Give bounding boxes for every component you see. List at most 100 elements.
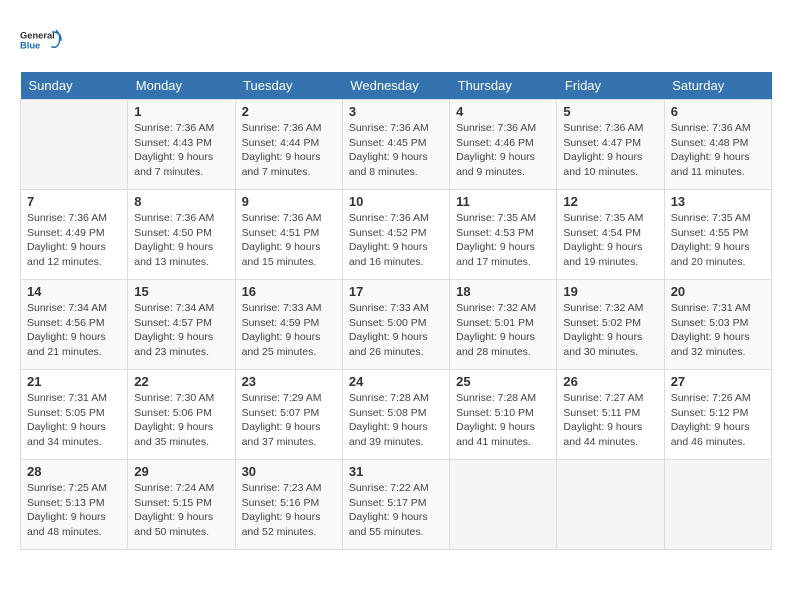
week-row-5: 28 Sunrise: 7:25 AM Sunset: 5:13 PM Dayli… xyxy=(21,460,772,550)
day-cell: 25 Sunrise: 7:28 AM Sunset: 5:10 PM Dayli… xyxy=(450,370,557,460)
week-row-4: 21 Sunrise: 7:31 AM Sunset: 5:05 PM Dayli… xyxy=(21,370,772,460)
svg-text:General: General xyxy=(20,30,55,40)
day-cell: 29 Sunrise: 7:24 AM Sunset: 5:15 PM Dayli… xyxy=(128,460,235,550)
day-cell: 26 Sunrise: 7:27 AM Sunset: 5:11 PM Dayli… xyxy=(557,370,664,460)
day-number: 2 xyxy=(242,104,336,119)
day-number: 31 xyxy=(349,464,443,479)
day-number: 29 xyxy=(134,464,228,479)
day-number: 12 xyxy=(563,194,657,209)
day-cell: 16Sunrise: 7:33 AM Sunset: 4:59 PM Dayli… xyxy=(235,280,342,370)
column-header-sunday: Sunday xyxy=(21,72,128,100)
day-number: 16 xyxy=(242,284,336,299)
day-info: Sunrise: 7:25 AM Sunset: 5:13 PM Dayligh… xyxy=(27,481,121,540)
day-info: Sunrise: 7:36 AM Sunset: 4:50 PM Dayligh… xyxy=(134,211,228,270)
day-number: 23 xyxy=(242,374,336,389)
day-cell xyxy=(664,460,771,550)
day-cell: 10Sunrise: 7:36 AM Sunset: 4:52 PM Dayli… xyxy=(342,190,449,280)
day-info: Sunrise: 7:26 AM Sunset: 5:12 PM Dayligh… xyxy=(671,391,765,450)
day-number: 6 xyxy=(671,104,765,119)
day-number: 19 xyxy=(563,284,657,299)
day-info: Sunrise: 7:35 AM Sunset: 4:55 PM Dayligh… xyxy=(671,211,765,270)
calendar-body: 1 Sunrise: 7:36 AM Sunset: 4:43 PM Daylig… xyxy=(21,100,772,550)
day-info: Sunrise: 7:34 AM Sunset: 4:57 PM Dayligh… xyxy=(134,301,228,360)
day-info: Sunrise: 7:34 AM Sunset: 4:56 PM Dayligh… xyxy=(27,301,121,360)
week-row-2: 7Sunrise: 7:36 AM Sunset: 4:49 PM Daylig… xyxy=(21,190,772,280)
day-number: 14 xyxy=(27,284,121,299)
day-number: 28 xyxy=(27,464,121,479)
day-cell: 21 Sunrise: 7:31 AM Sunset: 5:05 PM Dayli… xyxy=(21,370,128,460)
day-info: Sunrise: 7:30 AM Sunset: 5:06 PM Dayligh… xyxy=(134,391,228,450)
day-info: Sunrise: 7:35 AM Sunset: 4:53 PM Dayligh… xyxy=(456,211,550,270)
day-cell: 19Sunrise: 7:32 AM Sunset: 5:02 PM Dayli… xyxy=(557,280,664,370)
day-number: 8 xyxy=(134,194,228,209)
day-info: Sunrise: 7:33 AM Sunset: 5:00 PM Dayligh… xyxy=(349,301,443,360)
day-number: 1 xyxy=(134,104,228,119)
day-number: 27 xyxy=(671,374,765,389)
day-cell: 28 Sunrise: 7:25 AM Sunset: 5:13 PM Dayli… xyxy=(21,460,128,550)
day-cell xyxy=(450,460,557,550)
column-header-monday: Monday xyxy=(128,72,235,100)
day-number: 9 xyxy=(242,194,336,209)
logo: General Blue xyxy=(20,20,62,62)
day-cell xyxy=(557,460,664,550)
day-cell: 3Sunrise: 7:36 AM Sunset: 4:45 PM Daylig… xyxy=(342,100,449,190)
header-row: SundayMondayTuesdayWednesdayThursdayFrid… xyxy=(21,72,772,100)
day-cell: 13Sunrise: 7:35 AM Sunset: 4:55 PM Dayli… xyxy=(664,190,771,280)
calendar-table: SundayMondayTuesdayWednesdayThursdayFrid… xyxy=(20,72,772,550)
day-number: 26 xyxy=(563,374,657,389)
day-number: 15 xyxy=(134,284,228,299)
day-cell: 12 Sunrise: 7:35 AM Sunset: 4:54 PM Dayli… xyxy=(557,190,664,280)
column-header-saturday: Saturday xyxy=(664,72,771,100)
day-info: Sunrise: 7:28 AM Sunset: 5:08 PM Dayligh… xyxy=(349,391,443,450)
day-info: Sunrise: 7:27 AM Sunset: 5:11 PM Dayligh… xyxy=(563,391,657,450)
column-header-friday: Friday xyxy=(557,72,664,100)
header: General Blue xyxy=(20,20,772,62)
column-header-thursday: Thursday xyxy=(450,72,557,100)
day-cell: 22 Sunrise: 7:30 AM Sunset: 5:06 PM Dayli… xyxy=(128,370,235,460)
column-header-tuesday: Tuesday xyxy=(235,72,342,100)
day-info: Sunrise: 7:24 AM Sunset: 5:15 PM Dayligh… xyxy=(134,481,228,540)
day-info: Sunrise: 7:36 AM Sunset: 4:49 PM Dayligh… xyxy=(27,211,121,270)
day-info: Sunrise: 7:31 AM Sunset: 5:03 PM Dayligh… xyxy=(671,301,765,360)
svg-text:Blue: Blue xyxy=(20,41,40,51)
column-header-wednesday: Wednesday xyxy=(342,72,449,100)
day-info: Sunrise: 7:36 AM Sunset: 4:43 PM Dayligh… xyxy=(134,121,228,180)
day-cell: 11 Sunrise: 7:35 AM Sunset: 4:53 PM Dayli… xyxy=(450,190,557,280)
day-number: 5 xyxy=(563,104,657,119)
day-info: Sunrise: 7:31 AM Sunset: 5:05 PM Dayligh… xyxy=(27,391,121,450)
day-cell: 20Sunrise: 7:31 AM Sunset: 5:03 PM Dayli… xyxy=(664,280,771,370)
day-info: Sunrise: 7:28 AM Sunset: 5:10 PM Dayligh… xyxy=(456,391,550,450)
day-info: Sunrise: 7:36 AM Sunset: 4:51 PM Dayligh… xyxy=(242,211,336,270)
calendar-header: SundayMondayTuesdayWednesdayThursdayFrid… xyxy=(21,72,772,100)
day-cell: 7Sunrise: 7:36 AM Sunset: 4:49 PM Daylig… xyxy=(21,190,128,280)
day-info: Sunrise: 7:36 AM Sunset: 4:46 PM Dayligh… xyxy=(456,121,550,180)
day-cell: 31 Sunrise: 7:22 AM Sunset: 5:17 PM Dayli… xyxy=(342,460,449,550)
day-number: 30 xyxy=(242,464,336,479)
day-number: 22 xyxy=(134,374,228,389)
day-number: 25 xyxy=(456,374,550,389)
day-number: 4 xyxy=(456,104,550,119)
day-cell xyxy=(21,100,128,190)
day-info: Sunrise: 7:22 AM Sunset: 5:17 PM Dayligh… xyxy=(349,481,443,540)
day-number: 21 xyxy=(27,374,121,389)
day-number: 11 xyxy=(456,194,550,209)
day-cell: 18Sunrise: 7:32 AM Sunset: 5:01 PM Dayli… xyxy=(450,280,557,370)
day-cell: 6Sunrise: 7:36 AM Sunset: 4:48 PM Daylig… xyxy=(664,100,771,190)
day-info: Sunrise: 7:36 AM Sunset: 4:44 PM Dayligh… xyxy=(242,121,336,180)
day-cell: 1 Sunrise: 7:36 AM Sunset: 4:43 PM Daylig… xyxy=(128,100,235,190)
day-number: 17 xyxy=(349,284,443,299)
day-info: Sunrise: 7:23 AM Sunset: 5:16 PM Dayligh… xyxy=(242,481,336,540)
day-info: Sunrise: 7:29 AM Sunset: 5:07 PM Dayligh… xyxy=(242,391,336,450)
logo-svg: General Blue xyxy=(20,20,62,62)
day-info: Sunrise: 7:35 AM Sunset: 4:54 PM Dayligh… xyxy=(563,211,657,270)
day-info: Sunrise: 7:36 AM Sunset: 4:52 PM Dayligh… xyxy=(349,211,443,270)
day-cell: 30 Sunrise: 7:23 AM Sunset: 5:16 PM Dayli… xyxy=(235,460,342,550)
day-cell: 8 Sunrise: 7:36 AM Sunset: 4:50 PM Daylig… xyxy=(128,190,235,280)
day-cell: 27 Sunrise: 7:26 AM Sunset: 5:12 PM Dayli… xyxy=(664,370,771,460)
day-cell: 4 Sunrise: 7:36 AM Sunset: 4:46 PM Daylig… xyxy=(450,100,557,190)
day-cell: 14 Sunrise: 7:34 AM Sunset: 4:56 PM Dayli… xyxy=(21,280,128,370)
day-number: 24 xyxy=(349,374,443,389)
day-info: Sunrise: 7:36 AM Sunset: 4:45 PM Dayligh… xyxy=(349,121,443,180)
day-cell: 23 Sunrise: 7:29 AM Sunset: 5:07 PM Dayli… xyxy=(235,370,342,460)
day-number: 18 xyxy=(456,284,550,299)
